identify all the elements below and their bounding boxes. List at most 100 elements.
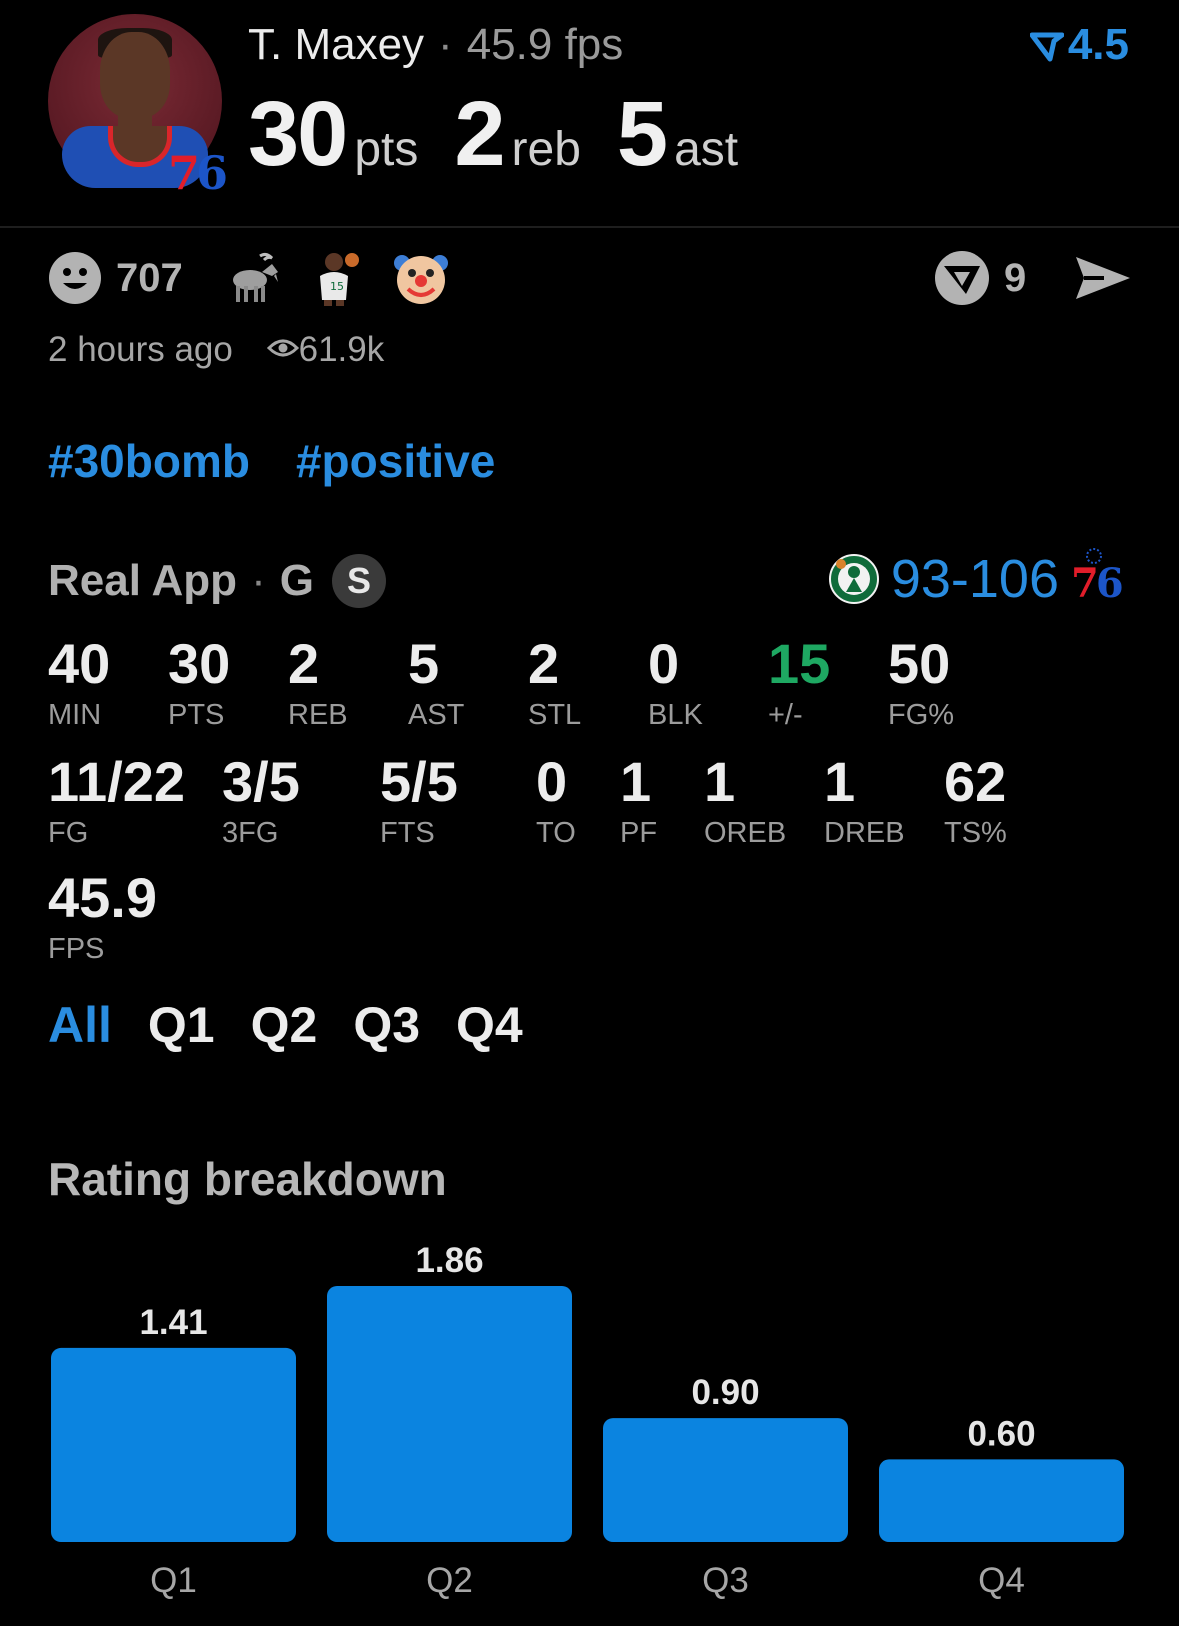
- line-badge[interactable]: 4.5: [1029, 20, 1129, 70]
- tokens-button[interactable]: 9: [934, 250, 1026, 306]
- goat-icon: [233, 252, 278, 302]
- tab-q2[interactable]: Q2: [251, 997, 318, 1053]
- views: 61.9k: [266, 330, 385, 369]
- stat-pf: 1 PF: [620, 754, 657, 850]
- game-score[interactable]: 93-106 76: [828, 548, 1124, 610]
- reb-value: 2: [454, 83, 505, 185]
- stat-value: 1: [824, 750, 856, 813]
- tab-q3[interactable]: Q3: [353, 997, 420, 1053]
- tokens-count: 9: [1004, 255, 1027, 300]
- clown-icon: [394, 255, 448, 304]
- bar-value-label: 0.60: [967, 1414, 1035, 1453]
- bar-value-label: 0.90: [691, 1373, 759, 1412]
- share-button[interactable]: [1074, 250, 1132, 306]
- stat-fg-pct: 50 FG%: [888, 636, 954, 732]
- stat-value: 62: [944, 750, 1007, 813]
- player-position: G: [279, 556, 314, 605]
- views-count: 61.9k: [298, 330, 385, 369]
- stat-min: 40 MIN: [48, 636, 110, 732]
- time-ago: 2 hours ago: [48, 330, 233, 369]
- stat-label: PTS: [168, 699, 225, 731]
- stat-label: +/-: [768, 699, 803, 731]
- eye-icon: [266, 339, 299, 357]
- post-meta: 2 hours ago 61.9k: [48, 330, 384, 370]
- hashtags: #30bomb #positive: [48, 434, 541, 488]
- stat-ast: 5 AST: [408, 636, 464, 732]
- hashtag-positive[interactable]: #positive: [296, 435, 495, 487]
- sixers-logo-icon: 76: [1071, 548, 1124, 608]
- status-badge: S: [331, 554, 386, 608]
- stat-value: 15: [768, 632, 831, 695]
- stat-oreb: 1 OREB: [704, 754, 786, 850]
- smile-icon: [49, 252, 101, 304]
- stat-label: DREB: [824, 817, 905, 849]
- pts-unit: pts: [354, 123, 419, 176]
- ast-unit: ast: [674, 123, 739, 176]
- statline-summary: 30 pts 2 reb 5 ast: [248, 82, 774, 187]
- smile-count: 707: [116, 255, 183, 300]
- separator-dot: ·: [438, 20, 453, 69]
- line-value: 4.5: [1067, 20, 1129, 69]
- hashtag-30bomb[interactable]: #30bomb: [48, 435, 250, 487]
- real-logo-icon: [935, 251, 989, 305]
- stat-label: TS%: [944, 817, 1007, 849]
- rating-breakdown-title: Rating breakdown: [48, 1153, 447, 1205]
- stat-value: 2: [528, 632, 560, 695]
- stat-label: BLK: [648, 699, 703, 731]
- line-arrow-icon: [1029, 32, 1065, 62]
- score-text: 93-106: [890, 549, 1059, 609]
- bar-q3[interactable]: [603, 1418, 848, 1542]
- stat-value: 40: [48, 632, 111, 695]
- bar-q1[interactable]: [51, 1347, 296, 1542]
- stat-label: STL: [528, 699, 582, 731]
- pts-value: 30: [248, 83, 348, 185]
- bar-category-label: Q3: [702, 1561, 749, 1600]
- stat-value: 0: [648, 632, 680, 695]
- rating-bar-chart: 1.41 Q1 1.86 Q2 0.90 Q3 0.60 Q4: [51, 1241, 1124, 1600]
- stat-value: 1: [620, 750, 652, 813]
- stat-to: 0 TO: [536, 754, 576, 850]
- stat-stl: 2 STL: [528, 636, 581, 732]
- stat-blk: 0 BLK: [648, 636, 703, 732]
- stat-label: FG: [48, 817, 89, 849]
- stat-value: 45.9: [48, 866, 157, 929]
- bar-value-label: 1.41: [139, 1303, 207, 1342]
- stat-label: AST: [408, 699, 465, 731]
- tab-all[interactable]: All: [48, 997, 112, 1053]
- bar-q2[interactable]: [327, 1286, 572, 1542]
- stat-label: OREB: [704, 817, 787, 849]
- tab-q4[interactable]: Q4: [456, 997, 523, 1053]
- stat-label: FPS: [48, 933, 105, 965]
- bar-category-label: Q2: [426, 1561, 473, 1600]
- player-name[interactable]: T. Maxey: [248, 20, 424, 69]
- tab-q1[interactable]: Q1: [148, 997, 215, 1053]
- stat-value: 2: [288, 632, 320, 695]
- clown-reaction[interactable]: [392, 250, 450, 306]
- player-reaction[interactable]: 15: [312, 250, 364, 306]
- separator-dot: ·: [251, 556, 266, 605]
- ast-value: 5: [616, 83, 668, 185]
- stat-value: 1: [704, 750, 736, 813]
- stat-fg: 11/22 FG: [48, 754, 185, 850]
- stat-label: FTS: [380, 817, 435, 849]
- stat-ts-pct: 62 TS%: [944, 754, 1007, 850]
- game-info: Real App · G S: [48, 554, 386, 608]
- bar-q4[interactable]: [879, 1459, 1124, 1542]
- reb-unit: reb: [511, 123, 581, 176]
- stat-value: 5/5: [380, 750, 458, 813]
- stat-fps: 45.9 FPS: [48, 870, 157, 966]
- bar-category-label: Q4: [978, 1561, 1025, 1600]
- stat-label: PF: [620, 817, 658, 849]
- app-name: Real App: [48, 556, 238, 605]
- stat-value: 3/5: [222, 750, 300, 813]
- stat-3fg: 3/5 3FG: [222, 754, 300, 850]
- stat-dreb: 1 DREB: [824, 754, 905, 850]
- stat-label: TO: [536, 817, 576, 849]
- stat-label: 3FG: [222, 817, 279, 849]
- smile-reaction[interactable]: 707: [48, 250, 183, 306]
- stat-plus-minus: 15 +/-: [768, 636, 830, 732]
- goat-reaction[interactable]: [226, 250, 282, 306]
- stat-value: 5: [408, 632, 440, 695]
- stat-value: 50: [888, 632, 951, 695]
- stat-reb: 2 REB: [288, 636, 348, 732]
